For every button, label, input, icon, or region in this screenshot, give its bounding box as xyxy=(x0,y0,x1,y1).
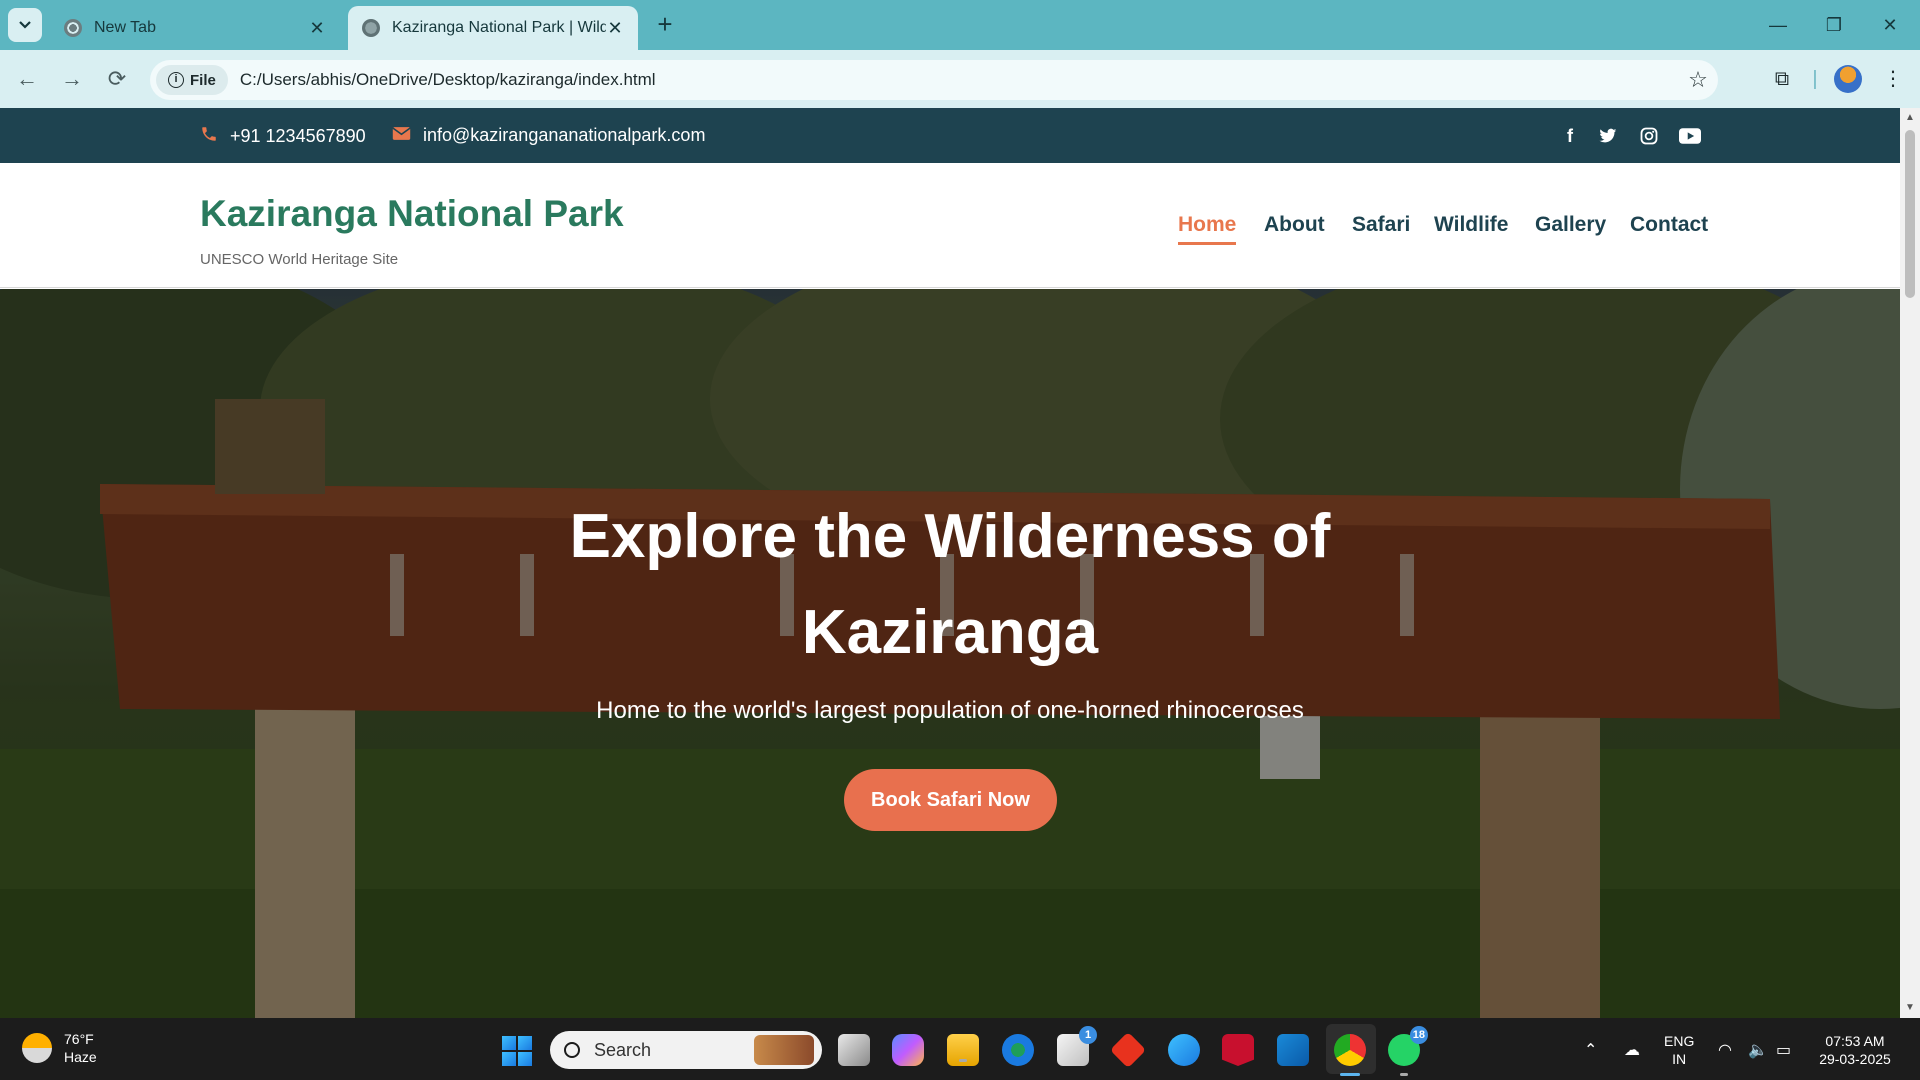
extensions-icon[interactable]: ⧉ xyxy=(1767,64,1797,94)
volume-icon[interactable]: 🔈 xyxy=(1748,1040,1768,1060)
whatsapp-badge: 18 xyxy=(1409,1026,1428,1044)
nav-gallery[interactable]: Gallery xyxy=(1535,213,1606,237)
instagram-icon[interactable] xyxy=(1635,123,1663,149)
nav-home[interactable]: Home xyxy=(1178,213,1237,245)
hero-title-line2: Kaziranga xyxy=(801,598,1099,667)
search-highlight-image xyxy=(754,1035,814,1065)
tab-new-tab[interactable]: New Tab ✕ xyxy=(50,6,340,50)
bookmark-star-icon[interactable]: ☆ xyxy=(1678,67,1718,93)
site-tagline: UNESCO World Heritage Site xyxy=(200,251,399,268)
more-menu-icon[interactable]: ⋮ xyxy=(1878,64,1908,94)
tab-kaziranga[interactable]: Kaziranga National Park | Wildlife ✕ xyxy=(348,6,638,50)
minimize-button[interactable]: — xyxy=(1758,10,1798,40)
file-explorer-icon[interactable] xyxy=(947,1034,979,1066)
globe-icon xyxy=(362,19,380,37)
hero-title-line1: Explore the Wilderness of xyxy=(569,502,1331,571)
reload-button[interactable]: ⟳ xyxy=(102,64,132,94)
task-view-icon[interactable] xyxy=(838,1034,870,1066)
windows-start-icon[interactable] xyxy=(502,1036,532,1066)
address-bar[interactable]: i File C:/Users/abhis/OneDrive/Desktop/k… xyxy=(150,60,1718,100)
phone-number: +91 1234567890 xyxy=(230,126,366,146)
clock-date: 29-03-2025 xyxy=(1819,1051,1891,1067)
close-icon[interactable]: ✕ xyxy=(606,18,624,39)
page-viewport: +91 1234567890 info@kazirangananationalp… xyxy=(0,108,1920,1018)
phone-contact[interactable]: +91 1234567890 xyxy=(200,125,366,148)
clock-time: 07:53 AM xyxy=(1825,1033,1885,1049)
store-badge: 1 xyxy=(1079,1026,1097,1044)
url-text[interactable]: C:/Users/abhis/OneDrive/Desktop/kazirang… xyxy=(240,70,1678,90)
anydesk-icon[interactable] xyxy=(1109,1031,1147,1069)
scroll-down-arrow-icon[interactable]: ▼ xyxy=(1900,1000,1920,1016)
scroll-up-arrow-icon[interactable]: ▲ xyxy=(1900,110,1920,126)
clock[interactable]: 07:53 AM 29-03-2025 xyxy=(1810,1032,1900,1068)
weather-widget[interactable]: 76°F Haze xyxy=(22,1030,97,1066)
email-address: info@kazirangananationalpark.com xyxy=(423,125,706,145)
language-indicator[interactable]: ENG IN xyxy=(1664,1032,1694,1068)
phone-icon xyxy=(200,125,218,148)
wifi-icon[interactable]: ◠ xyxy=(1718,1040,1732,1060)
onedrive-offline-icon[interactable]: ☁ xyxy=(1624,1040,1640,1060)
weather-condition: Haze xyxy=(64,1049,97,1065)
nav-about[interactable]: About xyxy=(1264,213,1325,237)
microsoft-store-icon[interactable]: 1 xyxy=(1057,1026,1097,1066)
taskbar-search[interactable]: Search xyxy=(550,1031,822,1069)
chevron-down-icon xyxy=(19,21,31,29)
close-window-button[interactable]: ✕ xyxy=(1870,10,1910,40)
book-safari-button[interactable]: Book Safari Now xyxy=(844,769,1057,831)
taskbar-search-placeholder: Search xyxy=(594,1039,652,1060)
mcafee-icon[interactable] xyxy=(1222,1034,1254,1066)
battery-icon[interactable]: ▭ xyxy=(1776,1040,1791,1060)
facebook-icon[interactable]: f xyxy=(1556,123,1584,149)
language-line2: IN xyxy=(1672,1051,1687,1067)
browser-tab-bar: New Tab ✕ Kaziranga National Park | Wild… xyxy=(0,0,1920,50)
nav-contact[interactable]: Contact xyxy=(1630,213,1708,237)
outlook-icon[interactable] xyxy=(1277,1034,1309,1066)
show-hidden-icons-chevron-icon[interactable]: ⌃ xyxy=(1584,1040,1597,1060)
haze-weather-icon xyxy=(22,1033,52,1063)
browser-toolbar: ← → ⟳ i File C:/Users/abhis/OneDrive/Des… xyxy=(0,50,1920,108)
help-app-icon[interactable] xyxy=(1168,1034,1200,1066)
forward-button[interactable]: → xyxy=(57,64,87,94)
site-header: Kaziranga National Park UNESCO World Her… xyxy=(0,163,1900,288)
site-logo-title[interactable]: Kaziranga National Park xyxy=(200,193,624,235)
search-icon xyxy=(564,1042,580,1058)
envelope-icon xyxy=(392,125,411,146)
tab-title: Kaziranga National Park | Wildlife xyxy=(392,19,606,36)
back-button[interactable]: ← xyxy=(12,64,42,94)
email-contact[interactable]: info@kazirangananationalpark.com xyxy=(392,125,705,146)
language-line1: ENG xyxy=(1664,1033,1695,1049)
file-chip-label: File xyxy=(190,71,216,89)
hero-subtitle: Home to the world's largest population o… xyxy=(596,697,1304,724)
new-tab-button[interactable]: + xyxy=(650,10,680,40)
top-contact-bar: +91 1234567890 info@kazirangananationalp… xyxy=(0,108,1900,163)
site-info-chip[interactable]: i File xyxy=(156,65,228,95)
twitter-icon[interactable] xyxy=(1594,123,1622,149)
hero-title: Explore the Wilderness of Kaziranga xyxy=(450,489,1450,681)
scrollbar-thumb[interactable] xyxy=(1905,130,1915,298)
windows-taskbar: 76°F Haze Search 1 18 ⌃ ☁ ENG IN ◠ 🔈 ▭ 0… xyxy=(0,1018,1920,1080)
profile-avatar[interactable] xyxy=(1834,65,1862,93)
tab-title: New Tab xyxy=(94,19,156,36)
page-scrollbar[interactable]: ▲ ▼ xyxy=(1900,108,1920,1018)
chrome-taskbar-icon[interactable] xyxy=(1334,1034,1366,1076)
info-icon: i xyxy=(168,72,184,88)
tab-search-button[interactable] xyxy=(8,8,42,42)
chrome-icon xyxy=(64,19,82,37)
nav-wildlife[interactable]: Wildlife xyxy=(1434,213,1508,237)
youtube-icon[interactable] xyxy=(1676,123,1704,149)
nav-safari[interactable]: Safari xyxy=(1352,213,1410,237)
copilot-icon[interactable] xyxy=(892,1034,924,1066)
whatsapp-icon[interactable]: 18 xyxy=(1388,1026,1428,1076)
edge-icon[interactable] xyxy=(1002,1034,1034,1066)
close-icon[interactable]: ✕ xyxy=(308,18,326,39)
hero-section: Explore the Wilderness of Kaziranga Home… xyxy=(0,289,1900,1018)
restore-button[interactable]: ❐ xyxy=(1814,10,1854,40)
weather-temp: 76°F xyxy=(64,1031,94,1047)
toolbar-divider: | xyxy=(1812,68,1818,90)
